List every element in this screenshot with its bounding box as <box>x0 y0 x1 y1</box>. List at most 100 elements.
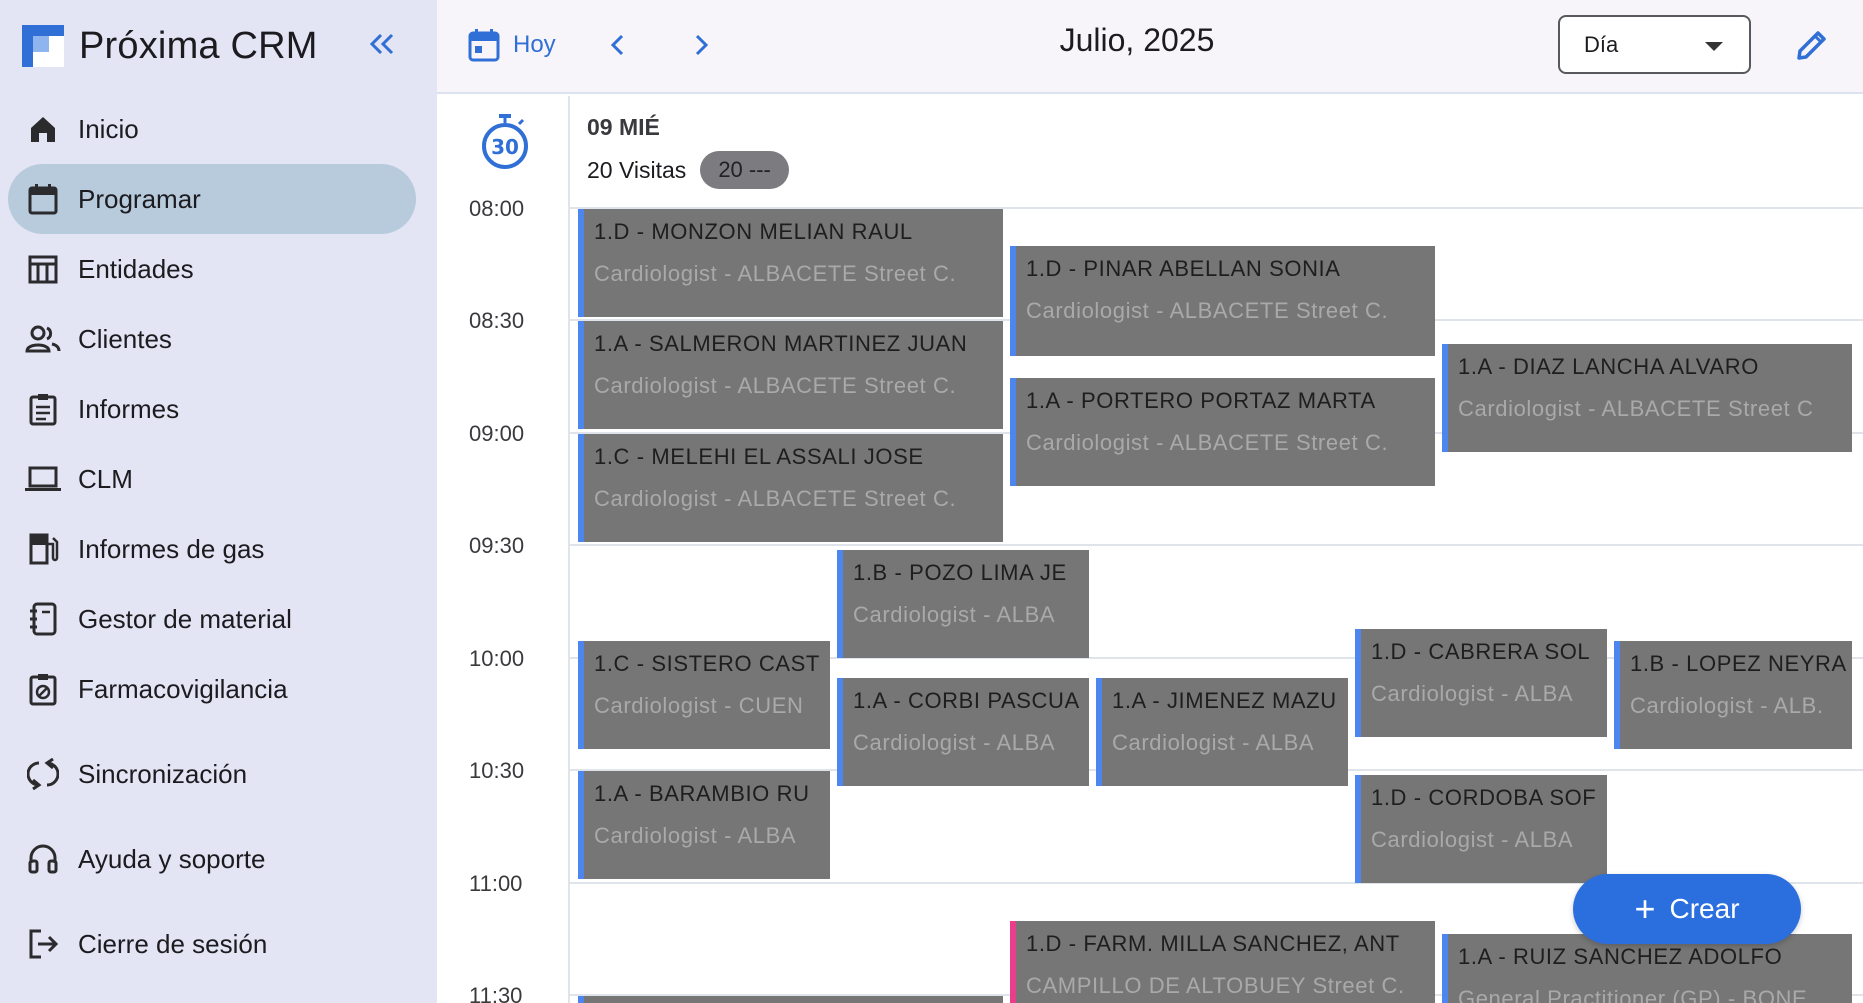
sidebar-item-programar[interactable]: Programar <box>8 164 416 234</box>
event-title: 1.A - PORTERO PORTAZ MARTA <box>1026 388 1376 413</box>
event-title: 1.A - DIAZ LANCHA ALVARO <box>1458 354 1759 379</box>
table-icon <box>24 250 62 288</box>
visit-event[interactable]: 1.A - DIAZ LANCHA ALVARO Cardiologist - … <box>1442 344 1852 452</box>
sidebar-item-entidades[interactable]: Entidades <box>8 234 416 304</box>
event-subtitle: Cardiologist - ALBA <box>1112 730 1315 755</box>
sidebar-item-farmacovigilancia[interactable]: Farmacovigilancia <box>8 654 416 724</box>
sidebar-item-clientes[interactable]: Clientes <box>8 304 416 374</box>
sidebar-item-label: Farmacovigilancia <box>78 673 288 704</box>
app-logo-icon <box>22 25 64 67</box>
headset-icon <box>24 840 62 878</box>
visit-event[interactable]: 1.D - CABRERA SOL Cardiologist - ALBA <box>1355 629 1607 737</box>
visit-event[interactable]: 1.A - BARAMBIO RU Cardiologist - ALBA <box>578 771 830 879</box>
sidebar-item-informes[interactable]: Informes <box>8 374 416 444</box>
visit-event[interactable]: 1.D - FARM. MILLA SANCHEZ, ANT CAMPILLO … <box>1010 921 1435 1003</box>
app-title: Próxima CRM <box>79 24 318 67</box>
today-button[interactable]: Hoy <box>467 24 556 66</box>
sidebar-item-ayuda-y-soporte[interactable]: Ayuda y soporte <box>8 824 416 894</box>
time-label: 09:30 <box>469 533 525 558</box>
sidebar-item-label: Inicio <box>78 113 139 144</box>
event-title: 1.C - SISTERO CAST <box>594 651 820 676</box>
sidebar-item-label: Programar <box>78 183 201 214</box>
visits-badge[interactable]: 20 --- <box>700 151 789 189</box>
month-title: Julio, 2025 <box>1059 22 1215 58</box>
view-selector[interactable]: Día <box>1558 15 1751 74</box>
event-title: 1.D - CABRERA SOL <box>1371 639 1591 664</box>
visit-event[interactable]: 1.A - PORTERO PORTAZ MARTA Cardiologist … <box>1010 378 1435 486</box>
event-subtitle: General Practitioner (GP) - BONE <box>1458 986 1808 1003</box>
plus-icon: + <box>1634 888 1656 929</box>
sidebar-item-clm[interactable]: CLM <box>8 444 416 514</box>
event-subtitle: Cardiologist - ALBACETE Street C <box>1458 396 1814 421</box>
time-label: 10:30 <box>469 758 525 783</box>
sidebar-item-informes-de-gas[interactable]: Informes de gas <box>8 514 416 584</box>
visit-event[interactable]: 1.D - PINAR ABELLAN SONIA Cardiologist -… <box>1010 246 1435 356</box>
laptop-icon <box>24 460 62 498</box>
time-label: 09:00 <box>469 421 525 446</box>
visit-event[interactable]: 1.A - JIMENEZ MAZU Cardiologist - ALBA <box>1096 678 1348 786</box>
event-subtitle: Cardiologist - ALBA <box>853 730 1056 755</box>
visit-event[interactable]: 1.D - MONZON MELIAN RAUL Cardiologist - … <box>578 209 1003 317</box>
visits-count: 20 Visitas <box>587 156 687 183</box>
day-name: 09 MIÉ <box>587 114 660 140</box>
chevron-left-icon <box>610 34 624 56</box>
visits-summary: 20 Visitas 20 --- <box>587 151 789 189</box>
visit-event[interactable]: 1.B - LOPEZ NEYRA Cardiologist - ALB. <box>1614 641 1852 749</box>
calendar-icon <box>24 180 62 218</box>
event-subtitle: Cardiologist - ALBA <box>1371 681 1574 706</box>
hour-gridline <box>570 544 1863 546</box>
sidebar-item-sincronizacion[interactable]: Sincronización <box>8 739 416 809</box>
event-title: 1.A - RUIZ SANCHEZ ADOLFO <box>1458 944 1783 969</box>
visit-event[interactable]: 1.A - CORBI PASCUA Cardiologist - ALBA <box>837 678 1089 786</box>
visit-event[interactable]: 1.A - SALMERON MARTINEZ JUAN Cardiologis… <box>578 321 1003 429</box>
event-subtitle: CAMPILLO DE ALTOBUEY Street C. <box>1026 973 1405 998</box>
event-title: 1.D - FARM. MILLA SANCHEZ, ANT <box>1026 931 1400 956</box>
sidebar-item-label: Informes <box>78 393 180 424</box>
sidebar-item-cierre-de-sesion[interactable]: Cierre de sesión <box>8 909 416 979</box>
visit-event[interactable]: 1.C - SISTERO CAST Cardiologist - CUEN <box>578 641 830 749</box>
notebook-icon <box>24 600 62 638</box>
event-title: 1.B - POZO LIMA JE <box>853 560 1067 585</box>
previous-button[interactable] <box>597 24 639 66</box>
event-subtitle: Cardiologist - ALBACETE Street C. <box>594 261 957 286</box>
svg-text:30: 30 <box>491 135 519 159</box>
medical-clipboard-icon <box>24 670 62 708</box>
sidebar-item-label: Entidades <box>78 253 194 284</box>
event-subtitle: Cardiologist - ALBA <box>1371 827 1574 852</box>
event-title: 1.B - LOPEZ NEYRA <box>1630 651 1847 676</box>
clipboard-icon <box>24 390 62 428</box>
event-subtitle: Cardiologist - ALB. <box>1630 693 1824 718</box>
visit-event[interactable]: 1.A - RUIZ SANCHEZ ADOLFO General Practi… <box>1442 934 1852 1003</box>
view-selector-value: Día <box>1584 31 1619 57</box>
sidebar-item-inicio[interactable]: Inicio <box>8 94 416 164</box>
timer-30-icon[interactable]: 30 <box>479 112 531 172</box>
event-subtitle: Cardiologist - ALBACETE Street C. <box>594 486 957 511</box>
pencil-icon <box>1797 31 1826 60</box>
collapse-sidebar-button[interactable] <box>362 24 402 64</box>
sidebar-item-label: Gestor de material <box>78 603 292 634</box>
next-button[interactable] <box>680 24 722 66</box>
event-title: 1.A - SALMERON MARTINEZ JUAN <box>594 331 968 356</box>
visit-event[interactable] <box>578 996 1003 1003</box>
event-subtitle: Cardiologist - ALBA <box>853 602 1056 627</box>
event-title: 1.D - CORDOBA SOF <box>1371 785 1597 810</box>
event-title: 1.A - JIMENEZ MAZU <box>1112 688 1337 713</box>
brand: Próxima CRM <box>22 24 318 68</box>
people-icon <box>24 320 62 358</box>
sidebar-item-gestor-de-material[interactable]: Gestor de material <box>8 584 416 654</box>
sidebar-item-label: Ayuda y soporte <box>78 843 266 874</box>
time-column: 30 08:00 08:30 09:00 09:30 10:00 10:30 1… <box>437 96 570 1003</box>
visit-event[interactable]: 1.B - POZO LIMA JE Cardiologist - ALBA <box>837 550 1089 658</box>
visit-event[interactable]: 1.C - MELEHI EL ASSALI JOSE Cardiologist… <box>578 434 1003 542</box>
create-button[interactable]: + Crear <box>1573 874 1801 944</box>
event-subtitle: Cardiologist - ALBA <box>594 823 797 848</box>
visit-event[interactable]: 1.D - CORDOBA SOF Cardiologist - ALBA <box>1355 775 1607 883</box>
sidebar: Próxima CRM Inicio Programar Entidades C… <box>0 0 437 1003</box>
sidebar-item-label: CLM <box>78 463 133 494</box>
sync-icon <box>24 755 62 793</box>
chevron-right-icon <box>695 34 709 56</box>
sidebar-item-label: Cierre de sesión <box>78 928 268 959</box>
day-header: 09 MIÉ 20 Visitas 20 --- <box>587 114 789 189</box>
edit-button[interactable] <box>1789 22 1835 68</box>
time-label: 10:00 <box>469 646 525 671</box>
